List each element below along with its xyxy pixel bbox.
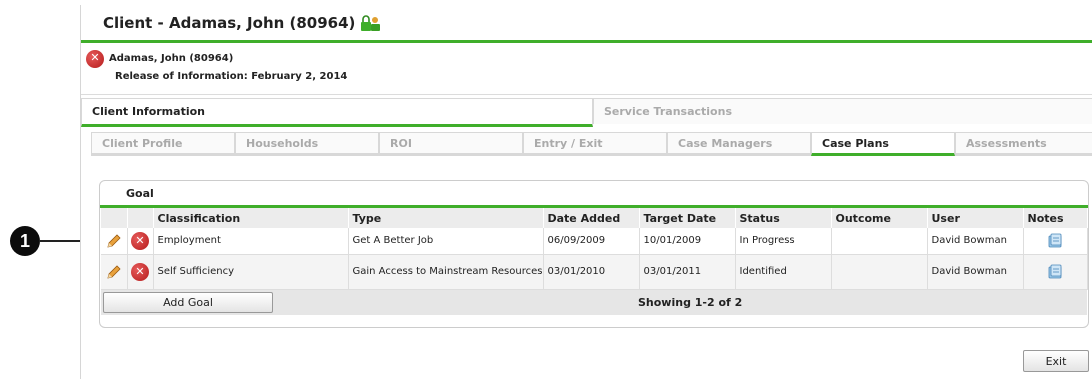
- cell-type: Gain Access to Mainstream Resources: [348, 254, 544, 290]
- col-status: Status: [735, 208, 832, 228]
- tab-case-managers[interactable]: Case Managers: [667, 132, 811, 156]
- tab-case-plans[interactable]: Case Plans: [811, 132, 955, 156]
- tab-service-transactions[interactable]: Service Transactions: [593, 98, 1092, 124]
- cell-outcome: [831, 228, 928, 255]
- tab-client-profile[interactable]: Client Profile: [91, 132, 235, 156]
- sub-tabs: Client Profile Households ROI Entry / Ex…: [91, 132, 1092, 159]
- goal-table-footer: Add Goal Showing 1-2 of 2: [101, 289, 1087, 315]
- pagination-status: Showing 1-2 of 2: [638, 295, 743, 309]
- cell-target-date: 10/01/2009: [639, 228, 736, 255]
- col-edit: [101, 208, 128, 228]
- client-name: Adamas, John (80964): [109, 53, 234, 64]
- cell-status: Identified: [735, 254, 832, 290]
- lock-icon[interactable]: [361, 14, 381, 32]
- cell-user: David Bowman: [927, 254, 1024, 290]
- table-row: ✕ Employment Get A Better Job 06/09/2009…: [101, 228, 1088, 255]
- release-of-information: Release of Information: February 2, 2014: [115, 71, 348, 82]
- goal-section: Goal Classification Type Date Added Targ…: [99, 180, 1089, 328]
- exit-button[interactable]: Exit: [1023, 350, 1089, 372]
- cell-target-date: 03/01/2011: [639, 254, 736, 290]
- cell-date-added: 06/09/2009: [543, 228, 640, 255]
- client-header: Client - Adamas, John (80964): [81, 5, 1092, 43]
- callout-number: 1: [10, 226, 40, 256]
- notes-icon[interactable]: [1046, 232, 1064, 250]
- edit-pencil-icon[interactable]: [105, 232, 123, 250]
- cell-user: David Bowman: [927, 228, 1024, 255]
- table-row: ✕ Self Sufficiency Gain Access to Mainst…: [101, 254, 1088, 290]
- cell-type: Get A Better Job: [348, 228, 544, 255]
- col-date-added: Date Added: [543, 208, 640, 228]
- notes-icon[interactable]: [1046, 263, 1064, 281]
- col-outcome: Outcome: [831, 208, 928, 228]
- cell-classification: Self Sufficiency: [153, 254, 349, 290]
- tab-client-information[interactable]: Client Information: [81, 98, 593, 127]
- cell-outcome: [831, 254, 928, 290]
- goal-table-header: Classification Type Date Added Target Da…: [101, 208, 1088, 228]
- tab-roi[interactable]: ROI: [379, 132, 523, 156]
- goal-section-title: Goal: [100, 181, 1088, 208]
- cell-classification: Employment: [153, 228, 349, 255]
- delete-icon[interactable]: ✕: [131, 262, 149, 281]
- add-goal-button[interactable]: Add Goal: [103, 291, 273, 313]
- col-user: User: [927, 208, 1024, 228]
- tab-assessments[interactable]: Assessments: [955, 132, 1092, 156]
- remove-client-icon[interactable]: ✕: [86, 49, 104, 68]
- col-delete: [127, 208, 154, 228]
- tab-entry-exit[interactable]: Entry / Exit: [523, 132, 667, 156]
- edit-pencil-icon[interactable]: [105, 263, 123, 281]
- main-tabs: Client Information Service Transactions: [81, 98, 1092, 127]
- col-type: Type: [348, 208, 544, 228]
- cell-status: In Progress: [735, 228, 832, 255]
- page-title: Client - Adamas, John (80964): [103, 13, 356, 32]
- cell-date-added: 03/01/2010: [543, 254, 640, 290]
- client-panel: Client - Adamas, John (80964) ✕ Adamas, …: [80, 5, 1092, 379]
- delete-icon[interactable]: ✕: [131, 231, 149, 250]
- col-target-date: Target Date: [639, 208, 736, 228]
- tab-households[interactable]: Households: [235, 132, 379, 156]
- client-info: ✕ Adamas, John (80964) Release of Inform…: [81, 43, 1092, 95]
- goal-table: Classification Type Date Added Target Da…: [101, 208, 1088, 290]
- col-notes: Notes: [1023, 208, 1088, 228]
- col-classification: Classification: [153, 208, 349, 228]
